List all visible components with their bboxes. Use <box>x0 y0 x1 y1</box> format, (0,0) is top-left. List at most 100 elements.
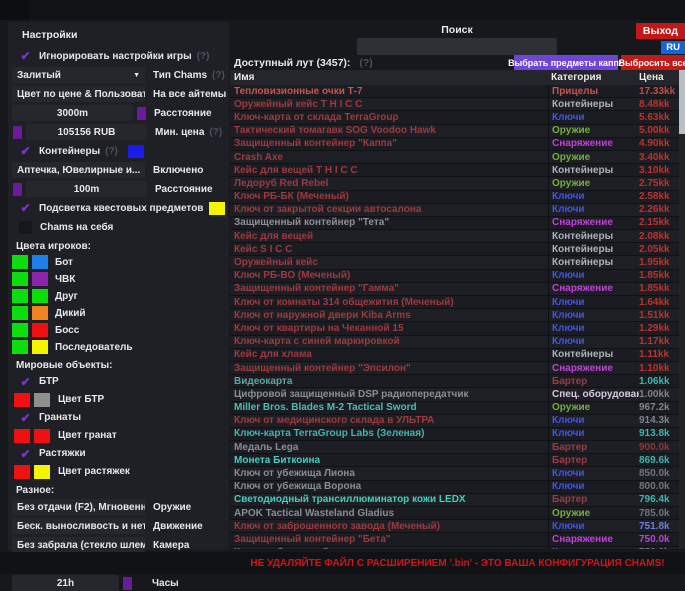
player-color-swatch-primary[interactable] <box>12 255 28 269</box>
loot-item-name: Защищенный контейнер "Эпсилон" <box>230 363 548 374</box>
player-color-swatch-primary[interactable] <box>12 272 28 286</box>
table-row[interactable]: Ключ от заброшенного завода (Меченый) Кл… <box>230 520 679 533</box>
grenades-color-swatch-secondary[interactable] <box>34 429 50 443</box>
chams-type-dropdown[interactable]: Залитый ▼ <box>12 67 145 83</box>
player-color-swatch-primary[interactable] <box>12 306 28 320</box>
table-row[interactable]: Кейс для хлама Контейнеры 1.11kk <box>230 349 679 362</box>
min-price-input[interactable]: 105156 RUB <box>26 124 147 140</box>
scrollbar-thumb[interactable] <box>679 70 685 134</box>
table-row[interactable]: Ключ РБ-БК (Меченый) Ключи 2.58kk <box>230 191 679 204</box>
table-row[interactable]: Кейс S I C C Контейнеры 2.05kk <box>230 243 679 256</box>
distance-color-swatch[interactable] <box>137 107 146 120</box>
tripwires-color-swatch-primary[interactable] <box>14 465 30 479</box>
table-row[interactable]: Ключ РБ-ВО (Меченый) Ключи 1.85kk <box>230 270 679 283</box>
table-row[interactable]: Ключ от квартиры на Чеканной 15 Ключи 1.… <box>230 322 679 335</box>
btr-color-swatch-primary[interactable] <box>14 393 30 407</box>
checkmark-icon[interactable]: ✔ <box>18 49 33 63</box>
containers-distance-input[interactable]: 100m <box>26 181 147 197</box>
quest-highlight-color-swatch[interactable] <box>209 202 225 215</box>
table-row[interactable]: Светодиодный трансиллюминатор кожи LEDX … <box>230 494 679 507</box>
ignore-game-settings-row[interactable]: ✔ Игнорировать настройки игры (?) <box>18 48 229 64</box>
table-row[interactable]: Видеокарта Бартер 1.06kk <box>230 375 679 388</box>
quest-highlight-row[interactable]: ✔ Подсветка квестовых предметов <box>18 200 229 216</box>
min-price-color-swatch[interactable] <box>13 126 22 139</box>
table-row[interactable]: Ключ от убежища Ворона Ключи 800.0k <box>230 481 679 494</box>
tripwires-color-swatch-secondary[interactable] <box>34 465 50 479</box>
grenades-color-swatch-primary[interactable] <box>14 429 30 443</box>
distance-input[interactable]: 3000m <box>12 105 133 121</box>
hours-color-swatch[interactable] <box>123 577 132 590</box>
containers-row[interactable]: ✔ Контейнеры (?) <box>18 143 229 159</box>
grenades-row[interactable]: ✔ Гранаты <box>18 410 229 425</box>
table-row[interactable]: Ключ-карта TerraGroup Labs (Зеленая) Клю… <box>230 428 679 441</box>
table-row[interactable]: Miller Bros. Blades M-2 Tactical Sword О… <box>230 402 679 415</box>
checkbox-unchecked[interactable] <box>19 221 32 234</box>
help-icon[interactable]: (?) <box>105 146 118 157</box>
chams-self-row[interactable]: Chams на себя <box>18 219 229 235</box>
table-row[interactable]: Кейс для вещей Контейнеры 2.08kk <box>230 230 679 243</box>
player-color-swatch-primary[interactable] <box>12 289 28 303</box>
search-input[interactable] <box>357 38 557 55</box>
containers-distance-color-swatch[interactable] <box>13 183 22 196</box>
help-icon[interactable]: (?) <box>209 127 222 138</box>
player-color-swatch-primary[interactable] <box>12 323 28 337</box>
table-row[interactable]: Ключ от убежища Лиона Ключи 850.0k <box>230 467 679 480</box>
player-color-swatch-secondary[interactable] <box>32 323 48 337</box>
containers-color-swatch[interactable] <box>128 145 144 158</box>
table-row[interactable]: Ключ от комнаты 314 общежития (Меченый) … <box>230 296 679 309</box>
exit-button[interactable]: Выход <box>636 23 685 39</box>
tripwires-row[interactable]: ✔ Растяжки <box>18 446 229 461</box>
help-icon[interactable]: (?) <box>212 70 225 81</box>
player-color-swatch-secondary[interactable] <box>32 306 48 320</box>
containers-filter-dropdown[interactable]: Аптечка, Ювелирные и... ▼ <box>12 162 145 178</box>
btr-color-swatch-secondary[interactable] <box>34 393 50 407</box>
player-color-swatch-primary[interactable] <box>12 340 28 354</box>
movement-dropdown[interactable]: Беск. выносливость и нет уста ▼ <box>12 518 145 534</box>
column-header-price[interactable]: Цена <box>639 72 679 83</box>
table-row[interactable]: Оружейный кейс T H I C C Контейнеры 8.48… <box>230 98 679 111</box>
table-row[interactable]: Защищенный контейнер "Гамма" Снаряжение … <box>230 283 679 296</box>
select-kappa-items-button[interactable]: Выбрать предметы каппа <box>514 55 618 70</box>
table-scrollbar[interactable] <box>679 70 685 549</box>
column-header-name[interactable]: Имя <box>230 72 548 83</box>
help-icon[interactable]: (?) <box>359 57 372 69</box>
all-items-dropdown[interactable]: Цвет по цене & Пользователь ▼ <box>12 86 145 102</box>
checkmark-icon[interactable]: ✔ <box>18 447 33 461</box>
table-row[interactable]: Кейс для вещей T H I C C Контейнеры 3.10… <box>230 164 679 177</box>
table-row[interactable]: Защищенный контейнер "Бета" Снаряжение 7… <box>230 533 679 546</box>
table-row[interactable]: Crash Axe Оружие 3.40kk <box>230 151 679 164</box>
help-icon[interactable]: (?) <box>197 51 210 62</box>
table-row[interactable]: Медаль Lega Бартер 900.0k <box>230 441 679 454</box>
table-row[interactable]: Оружейный кейс Контейнеры 1.95kk <box>230 256 679 269</box>
table-row[interactable]: Тепловизионные очки Т-7 Прицелы 17.33kk <box>230 85 679 98</box>
checkmark-icon[interactable]: ✔ <box>18 144 33 158</box>
table-row[interactable]: APOK Tactical Wasteland Gladius Оружие 7… <box>230 507 679 520</box>
hours-input[interactable]: 21h <box>12 575 119 591</box>
table-row[interactable]: Ключ от закрытой секции автосалона Ключи… <box>230 204 679 217</box>
table-row[interactable]: Тактический томагавк SOG Voodoo Hawk Ору… <box>230 125 679 138</box>
table-row[interactable]: Монета Биткоина Бартер 869.6k <box>230 454 679 467</box>
language-button[interactable]: RU <box>661 41 685 54</box>
table-row[interactable]: Цифровой защищенный DSP радиопередатчик … <box>230 388 679 401</box>
table-row[interactable]: Защищенный контейнер "Эпсилон" Снаряжени… <box>230 362 679 375</box>
table-row[interactable]: Защищенный контейнер "Тета" Снаряжение 2… <box>230 217 679 230</box>
table-row[interactable]: Ключ-карта от склада TerraGroup Ключи 5.… <box>230 111 679 124</box>
table-row[interactable]: Ключ от базы снабжения Ключи 750.0k <box>230 547 679 549</box>
weapon-dropdown[interactable]: Без отдачи (F2), Мгновенное п ▼ <box>12 499 145 515</box>
checkmark-icon[interactable]: ✔ <box>18 375 33 389</box>
table-row[interactable]: Ключ от наружной двери Kiba Arms Ключи 1… <box>230 309 679 322</box>
table-row[interactable]: Ключ-карта с синей маркировкой Ключи 1.1… <box>230 336 679 349</box>
table-row[interactable]: Ключ от медицинского склада в УЛЬТРА Клю… <box>230 415 679 428</box>
player-color-swatch-secondary[interactable] <box>32 340 48 354</box>
player-color-swatch-secondary[interactable] <box>32 255 48 269</box>
table-row[interactable]: Защищенный контейнер "Каппа" Снаряжение … <box>230 138 679 151</box>
table-row[interactable]: Ледоруб Red Rebel Оружие 2.75kk <box>230 177 679 190</box>
camera-dropdown[interactable]: Без забрала (стекло шлема) ▼ <box>12 537 145 553</box>
btr-row[interactable]: ✔ БТР <box>18 374 229 389</box>
discard-all-button[interactable]: Выбросить все <box>621 55 685 70</box>
column-header-category[interactable]: Категория <box>548 72 639 83</box>
checkmark-icon[interactable]: ✔ <box>18 411 33 425</box>
player-color-swatch-secondary[interactable] <box>32 289 48 303</box>
checkmark-icon[interactable]: ✔ <box>18 201 33 215</box>
player-color-swatch-secondary[interactable] <box>32 272 48 286</box>
